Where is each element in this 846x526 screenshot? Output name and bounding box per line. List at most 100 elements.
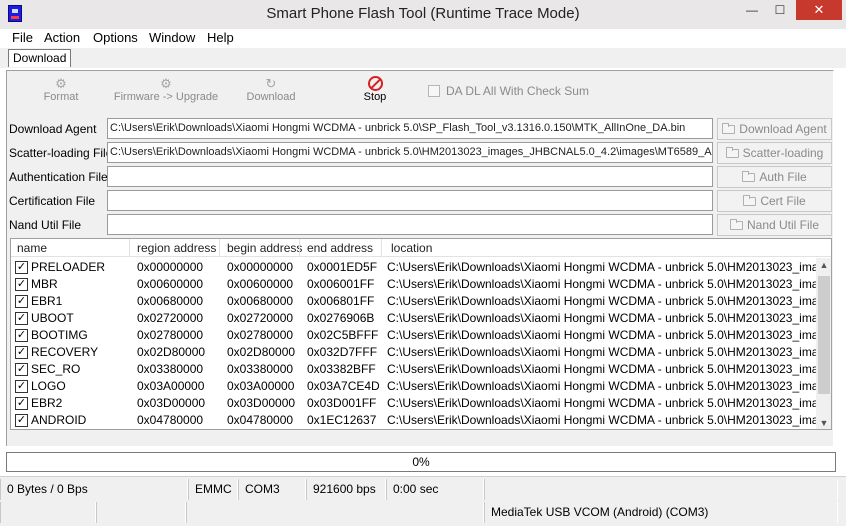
table-row[interactable]: ✓ SEC_RO 0x03380000 0x03380000 0x03382BFF C:\… — [11, 361, 817, 378]
begin-address: 0x02720000 — [227, 311, 294, 325]
close-button[interactable]: ✕ — [796, 0, 842, 20]
maximize-button[interactable]: ☐ — [766, 0, 794, 20]
row-checkbox[interactable]: ✓ — [15, 329, 28, 342]
minimize-button[interactable]: — — [738, 0, 766, 20]
partition-name: BOOTIMG — [31, 328, 88, 342]
begin-address: 0x02D80000 — [227, 345, 296, 359]
region-address: 0x04780000 — [137, 413, 204, 427]
format-button[interactable]: ⚙ Format — [6, 76, 116, 110]
stop-label: Stop — [363, 91, 387, 103]
auth-file-label: Authentication File — [9, 170, 108, 184]
download-agent-field[interactable]: C:\Users\Erik\Downloads\Xiaomi Hongmi WC… — [107, 118, 713, 139]
table-row[interactable]: ✓ EBR2 0x03D00000 0x03D00000 0x03D001FF C:\Us… — [11, 395, 817, 412]
vertical-scrollbar[interactable]: ▲ ▼ — [816, 258, 831, 429]
table-body: ✓ PRELOADER 0x00000000 0x00000000 0x0001ED5F… — [11, 259, 817, 429]
menu-help[interactable]: Help — [207, 30, 234, 45]
column-begin-address[interactable]: begin address — [227, 241, 302, 255]
row-checkbox[interactable]: ✓ — [15, 261, 28, 274]
auth-file-button-label: Auth File — [759, 170, 807, 184]
row-checkbox[interactable]: ✓ — [15, 363, 28, 376]
region-address: 0x03380000 — [137, 362, 204, 376]
table-row[interactable]: ✓ MBR 0x00600000 0x00600000 0x006001FF C:\Use… — [11, 276, 817, 293]
row-checkbox[interactable]: ✓ — [15, 346, 28, 359]
column-location[interactable]: location — [391, 241, 432, 255]
scroll-down-arrow-icon[interactable]: ▼ — [816, 418, 831, 428]
checksum-checkbox[interactable] — [428, 85, 440, 97]
menu-options[interactable]: Options — [93, 30, 138, 45]
firmware-upgrade-label: Firmware -> Upgrade — [113, 91, 219, 103]
vertical-scroll-thumb[interactable] — [818, 276, 830, 394]
row-checkbox[interactable]: ✓ — [15, 312, 28, 325]
auth-file-button[interactable]: Auth File — [717, 166, 832, 188]
partition-name: MBR — [31, 277, 58, 291]
checksum-option[interactable]: DA DL All With Check Sum — [428, 84, 589, 98]
file-location: C:\Users\Erik\Downloads\Xiaomi Hongmi WC… — [387, 277, 817, 291]
file-location: C:\Users\Erik\Downloads\Xiaomi Hongmi WC… — [387, 328, 817, 342]
end-address: 0x03D001FF — [307, 396, 377, 410]
begin-address: 0x00600000 — [227, 277, 294, 291]
menu-action[interactable]: Action — [44, 30, 80, 45]
folder-icon — [729, 218, 743, 230]
region-address: 0x03A00000 — [137, 379, 205, 393]
region-address: 0x00000000 — [137, 260, 204, 274]
stop-icon — [367, 76, 383, 91]
partition-name: LOGO — [31, 379, 66, 393]
table-row[interactable]: ✓ BOOTIMG 0x02780000 0x02780000 0x02C5BFFF C:… — [11, 327, 817, 344]
nand-util-file-field[interactable] — [107, 214, 713, 235]
row-checkbox[interactable]: ✓ — [15, 278, 28, 291]
scatter-loading-button[interactable]: Scatter-loading — [717, 142, 832, 164]
file-location: C:\Users\Erik\Downloads\Xiaomi Hongmi WC… — [387, 294, 817, 308]
file-location: C:\Users\Erik\Downloads\Xiaomi Hongmi WC… — [387, 345, 817, 359]
stop-button[interactable]: Stop — [320, 76, 430, 110]
scatter-file-label: Scatter-loading File — [9, 146, 113, 160]
row-checkbox[interactable]: ✓ — [15, 295, 28, 308]
begin-address: 0x03380000 — [227, 362, 294, 376]
progress-text: 0% — [412, 455, 430, 469]
column-name[interactable]: name — [17, 241, 47, 255]
region-address: 0x02720000 — [137, 311, 204, 325]
region-address: 0x00680000 — [137, 294, 204, 308]
column-divider[interactable] — [129, 239, 130, 257]
row-checkbox[interactable]: ✓ — [15, 380, 28, 393]
scroll-up-arrow-icon[interactable]: ▲ — [816, 260, 831, 270]
download-agent-button-label: Download Agent — [739, 122, 827, 136]
menu-window[interactable]: Window — [149, 30, 195, 45]
status-time: 0:00 sec — [386, 479, 484, 500]
progress-bar: 0% — [6, 452, 836, 472]
end-address: 0x0001ED5F — [307, 260, 378, 274]
partition-name: PRELOADER — [31, 260, 106, 274]
scatter-file-field[interactable]: C:\Users\Erik\Downloads\Xiaomi Hongmi WC… — [107, 142, 713, 163]
cert-file-button[interactable]: Cert File — [717, 190, 832, 212]
folder-icon — [725, 146, 739, 158]
column-divider[interactable] — [219, 239, 220, 257]
firmware-upgrade-button[interactable]: ⚙ Firmware -> Upgrade — [111, 76, 221, 110]
column-region-address[interactable]: region address — [137, 241, 216, 255]
end-address: 0x03A7CE4D — [307, 379, 380, 393]
column-end-address[interactable]: end address — [307, 241, 373, 255]
auth-file-field[interactable] — [107, 166, 713, 187]
table-row[interactable]: ✓ LOGO 0x03A00000 0x03A00000 0x03A7CE4D C:\Us… — [11, 378, 817, 395]
partition-name: ANDROID — [31, 413, 87, 427]
tab-download[interactable]: Download — [8, 49, 72, 67]
partition-name: SEC_RO — [31, 362, 81, 376]
table-row[interactable]: ✓ UBOOT 0x02720000 0x02720000 0x0276906B C:\U… — [11, 310, 817, 327]
table-row[interactable]: ✓ RECOVERY 0x02D80000 0x02D80000 0x032D7FFF C… — [11, 344, 817, 361]
menu-file[interactable]: File — [12, 30, 33, 45]
row-checkbox[interactable]: ✓ — [15, 397, 28, 410]
download-agent-button[interactable]: Download Agent — [717, 118, 832, 140]
format-icon: ⚙ — [55, 76, 67, 91]
window-title: Smart Phone Flash Tool (Runtime Trace Mo… — [266, 5, 580, 22]
status-empty-segment — [484, 479, 838, 500]
file-location: C:\Users\Erik\Downloads\Xiaomi Hongmi WC… — [387, 311, 817, 325]
cert-file-field[interactable] — [107, 190, 713, 211]
download-icon: ↻ — [265, 76, 277, 91]
table-row[interactable]: ✓ EBR1 0x00680000 0x00680000 0x006801FF C:\Us… — [11, 293, 817, 310]
download-button[interactable]: ↻ Download — [216, 76, 326, 110]
column-divider[interactable] — [381, 239, 382, 257]
table-row[interactable]: ✓ PRELOADER 0x00000000 0x00000000 0x0001ED5F… — [11, 259, 817, 276]
table-row[interactable]: ✓ ANDROID 0x04780000 0x04780000 0x1EC12637 C:… — [11, 412, 817, 429]
format-label: Format — [43, 91, 79, 103]
column-divider[interactable] — [299, 239, 300, 257]
nand-util-file-button[interactable]: Nand Util File — [717, 214, 832, 236]
row-checkbox[interactable]: ✓ — [15, 414, 28, 427]
